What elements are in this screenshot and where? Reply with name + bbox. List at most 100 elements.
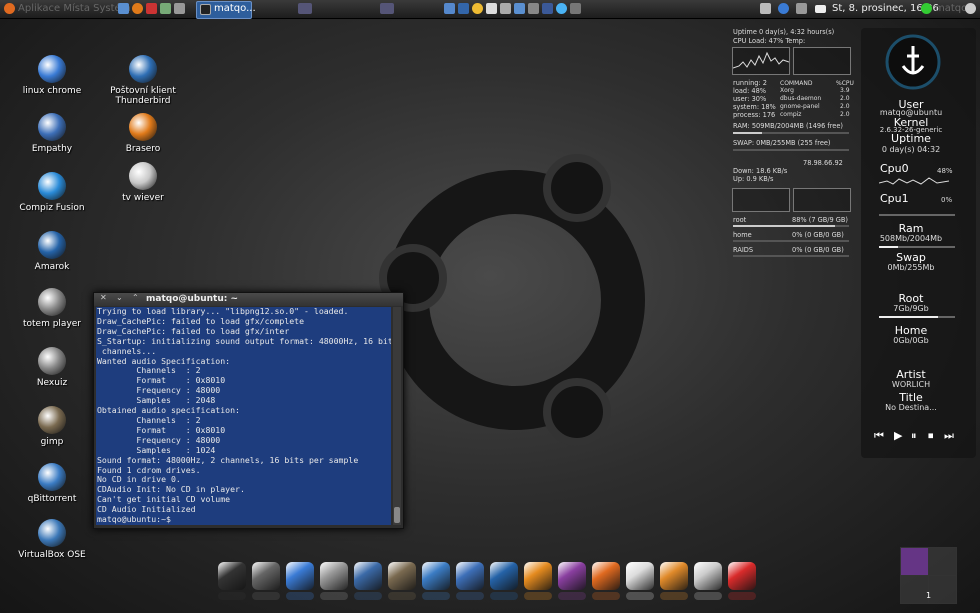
dock-reflection: [252, 592, 280, 600]
twitter-icon[interactable]: [556, 3, 567, 14]
workspace-2[interactable]: [928, 547, 957, 576]
disc-icon[interactable]: [694, 562, 722, 590]
previous-track-icon[interactable]: ⏮: [874, 429, 884, 443]
pause-icon[interactable]: ⏸: [911, 429, 917, 443]
terminal-icon[interactable]: [218, 562, 246, 590]
tv-icon: [129, 162, 157, 190]
taskbar-button-terminal[interactable]: matqo...: [196, 1, 256, 19]
volume-icon[interactable]: [796, 3, 807, 14]
tray-icon-7[interactable]: [528, 3, 539, 14]
dock-reflection: [456, 592, 484, 600]
process-cpu: 2.0: [840, 111, 850, 118]
stop-icon[interactable]: ⏹: [928, 429, 934, 443]
thunderbird-icon: [129, 55, 157, 83]
bluetooth-icon[interactable]: [458, 3, 469, 14]
dock-reflection: [592, 592, 620, 600]
workspace-4[interactable]: [928, 575, 957, 604]
tray-icon-3[interactable]: [472, 3, 483, 14]
close-icon[interactable]: ✕: [100, 293, 107, 302]
dock-reflection: [422, 592, 450, 600]
facebook-icon[interactable]: [542, 3, 553, 14]
downloads-icon[interactable]: [660, 562, 688, 590]
desktop-icon[interactable]: Nexuiz: [12, 347, 92, 388]
launcher-icon-3[interactable]: [146, 3, 157, 14]
terminal-window[interactable]: ✕ ⌄ ⌃ matqo@ubuntu: ~ Trying to load lib…: [93, 292, 404, 529]
temp-graph: [793, 47, 851, 75]
tray-icon-1[interactable]: [444, 3, 455, 14]
desktop-icon-label: gimp: [40, 437, 64, 447]
running-line: running: 2: [733, 79, 767, 87]
calculator-icon[interactable]: [252, 562, 280, 590]
gimp-icon[interactable]: [388, 562, 416, 590]
desktop-icon[interactable]: linux chrome: [12, 55, 92, 96]
menu-text[interactable]: Aplikace Místa Systém: [18, 2, 130, 16]
desktop-icon-label: qBittorrent: [27, 494, 77, 504]
desktop-icon[interactable]: VirtualBox OSE: [12, 519, 92, 560]
workspace-icon-1[interactable]: [298, 3, 312, 14]
desktop-icon[interactable]: Poštovní klient Thunderbird: [103, 55, 183, 106]
process-cpu: 2.0: [840, 103, 850, 110]
taskbar-button-label: matqo...: [214, 3, 256, 14]
terminal-output[interactable]: Trying to load library... "libpng12.so.0…: [96, 307, 391, 525]
desktop-icon[interactable]: tv wiever: [103, 162, 183, 203]
tray-icon-5[interactable]: [500, 3, 511, 14]
disk-bar: [733, 240, 849, 242]
ip-address: 78.98.66.92: [803, 159, 843, 167]
system-monitor-icon[interactable]: [354, 562, 382, 590]
download-graph: [732, 188, 790, 212]
firefox-icon[interactable]: [132, 3, 143, 14]
terminal-titlebar[interactable]: ✕ ⌄ ⌃ matqo@ubuntu: ~: [94, 293, 403, 306]
terminal-scrollbar[interactable]: [393, 307, 401, 525]
uptime-line: Uptime 0 day(s), 4:32 hours(s): [733, 28, 835, 36]
qbittorrent-icon[interactable]: [422, 562, 450, 590]
text-editor-icon[interactable]: [626, 562, 654, 590]
launcher-icon-4[interactable]: [160, 3, 171, 14]
cpu-header: CPU Load: 47% Temp:: [733, 37, 806, 45]
tray-icon-4[interactable]: [486, 3, 497, 14]
nexuiz-icon[interactable]: [320, 562, 348, 590]
play-icon[interactable]: ▶: [894, 429, 902, 442]
desktop-icon[interactable]: Empathy: [12, 113, 92, 154]
ram-value: 508Mb/2004Mb: [879, 234, 943, 243]
terminal-line: matqo@ubuntu:~$: [97, 514, 171, 525]
user-name[interactable]: matqo: [935, 2, 967, 16]
workspace-icon-2[interactable]: [380, 3, 394, 14]
network-icon[interactable]: [760, 3, 771, 14]
ubuntu-menu-icon[interactable]: [4, 3, 15, 14]
chrome-icon[interactable]: [286, 562, 314, 590]
disk-name: RAIDS: [733, 246, 754, 254]
desktop-icon[interactable]: Amarok: [12, 231, 92, 272]
mail-icon[interactable]: [815, 5, 826, 13]
workspace-pager[interactable]: 1: [900, 547, 957, 604]
uptime-value: 0 day(s) 04:32: [881, 145, 941, 154]
workspace-3[interactable]: [900, 575, 929, 604]
shutdown-icon[interactable]: [728, 562, 756, 590]
cpu0-value: 48%: [937, 167, 953, 175]
shutdown-tray-icon[interactable]: [965, 3, 976, 14]
window-manager-icon[interactable]: [558, 562, 586, 590]
desktop-icon-label: Compiz Fusion: [19, 203, 85, 213]
desktop-icon-label: linux chrome: [22, 86, 82, 96]
ubuntu-icon[interactable]: [592, 562, 620, 590]
amarok-icon[interactable]: [490, 562, 518, 590]
title-value: No Destina...: [885, 403, 937, 412]
launcher-icon-5[interactable]: [174, 3, 185, 14]
vlc-icon[interactable]: [524, 562, 552, 590]
desktop-icon-label: Brasero: [125, 144, 161, 154]
desktop-icon[interactable]: gimp: [12, 406, 92, 447]
terminal-scrollbar-thumb[interactable]: [394, 507, 400, 523]
empathy-icon[interactable]: [456, 562, 484, 590]
chrome-tray-icon[interactable]: [778, 3, 789, 14]
tray-icon-10[interactable]: [570, 3, 581, 14]
launcher-icon-1[interactable]: [118, 3, 129, 14]
desktop-icon[interactable]: totem player: [12, 288, 92, 329]
tray-icon-6[interactable]: [514, 3, 525, 14]
desktop-icon[interactable]: Compiz Fusion: [12, 172, 92, 213]
dock: [212, 556, 768, 600]
workspace-1[interactable]: [900, 547, 929, 576]
maximize-icon[interactable]: ⌃: [132, 293, 139, 302]
desktop-icon[interactable]: Brasero: [103, 113, 183, 154]
desktop-icon[interactable]: qBittorrent: [12, 463, 92, 504]
next-track-icon[interactable]: ⏭: [944, 429, 954, 443]
minimize-icon[interactable]: ⌄: [116, 293, 123, 302]
